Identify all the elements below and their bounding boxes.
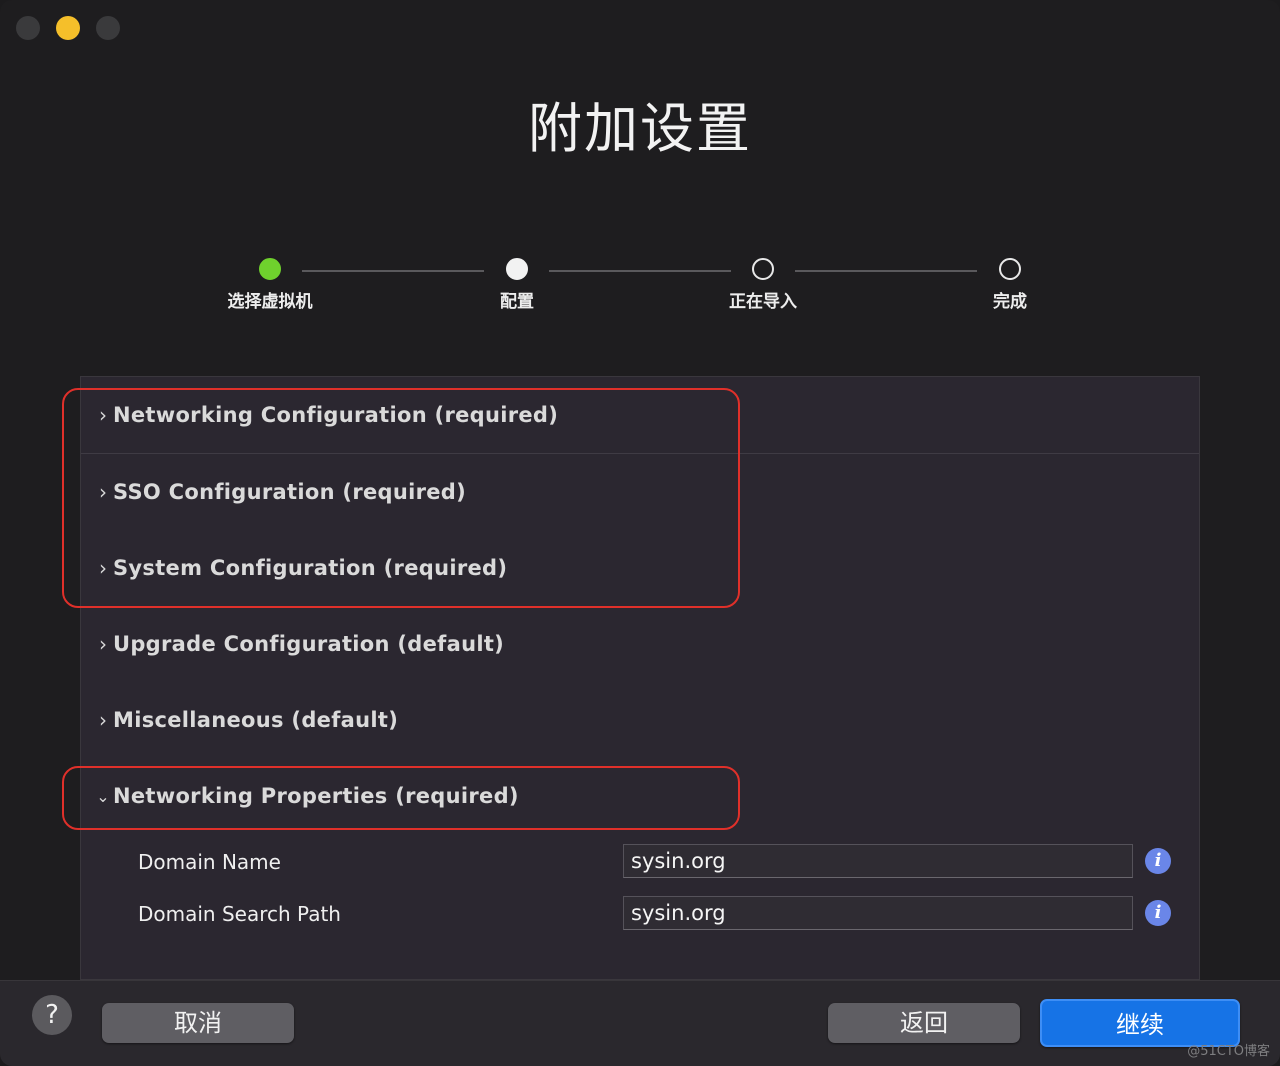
step-label: 配置 [500,292,534,312]
info-icon[interactable]: i [1145,900,1171,926]
highlight-box-required-sections [62,388,740,608]
property-row-domain-search-path: Domain Search Path i [81,896,1199,936]
page-title: 附加设置 [528,97,752,160]
step-importing: 正在导入 [693,258,833,312]
info-icon[interactable]: i [1145,848,1171,874]
step-select-vm: 选择虚拟机 [200,258,340,312]
step-configure: 配置 [447,258,587,312]
maximize-window-button[interactable] [96,16,120,40]
step-label: 完成 [993,292,1027,312]
chevron-right-icon: › [99,708,107,732]
section-upgrade-configuration[interactable]: › Upgrade Configuration (default) [81,606,1199,682]
footer-bar: ? 取消 返回 继续 @51CTO博客 [0,980,1280,1066]
step-label: 选择虚拟机 [227,292,313,312]
property-row-domain-name: Domain Name i [81,844,1199,884]
domain-name-label: Domain Name [138,850,281,874]
progress-stepper: 选择虚拟机 配置 正在导入 完成 [0,258,1280,328]
chevron-right-icon: › [99,632,107,656]
back-button[interactable]: 返回 [828,1003,1020,1043]
step-label: 正在导入 [729,292,797,312]
close-window-button[interactable] [16,16,40,40]
domain-name-input[interactable] [623,844,1133,878]
import-wizard-window: 附加设置 选择虚拟机 配置 正在导入 完成 › Networking Confi… [0,0,1280,1066]
section-miscellaneous[interactable]: › Miscellaneous (default) [81,682,1199,758]
step-done-icon [259,258,281,280]
domain-search-path-label: Domain Search Path [138,902,341,926]
section-label: Miscellaneous (default) [113,708,399,732]
highlight-box-networking-properties [62,766,740,830]
help-button[interactable]: ? [32,995,72,1035]
window-controls [16,16,120,40]
domain-search-path-input[interactable] [623,896,1133,930]
step-finish: 完成 [940,258,1080,312]
section-label: Upgrade Configuration (default) [113,632,505,656]
step-pending-icon [752,258,774,280]
cancel-button[interactable]: 取消 [102,1003,294,1043]
step-current-icon [506,258,528,280]
watermark: @51CTO博客 [1187,1044,1270,1059]
step-pending-icon [999,258,1021,280]
minimize-window-button[interactable] [56,16,80,40]
